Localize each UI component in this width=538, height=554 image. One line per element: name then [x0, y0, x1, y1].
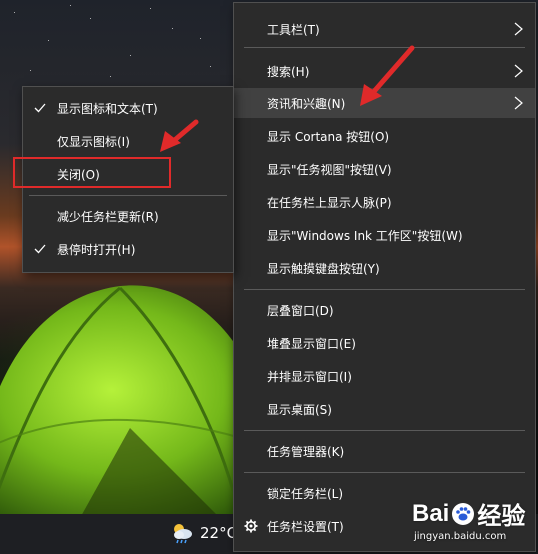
menu-item-stack-windows[interactable]: 堆叠显示窗口(E) [234, 328, 535, 358]
chevron-right-icon [514, 64, 523, 78]
menu-item-show-cortana[interactable]: 显示 Cortana 按钮(O) [234, 121, 535, 151]
menu-divider [244, 430, 525, 431]
submenu-item-open-on-hover[interactable]: 悬停时打开(H) [23, 234, 233, 264]
partly-cloudy-rain-icon [174, 524, 192, 544]
baidu-jingyan-watermark: Bai 经验 jingyan.baidu.com [412, 496, 526, 543]
menu-item-cascade-windows[interactable]: 层叠窗口(D) [234, 295, 535, 325]
menu-item-show-task-view[interactable]: 显示"任务视图"按钮(V) [234, 154, 535, 184]
highlight-box-annotation [13, 157, 171, 188]
checkmark-icon [34, 103, 46, 113]
submenu-item-reduce-updates[interactable]: 减少任务栏更新(R) [23, 201, 233, 231]
paw-logo-icon [452, 502, 475, 525]
menu-divider [244, 47, 525, 48]
menu-divider [244, 289, 525, 290]
gear-icon [244, 519, 258, 533]
menu-item-task-manager[interactable]: 任务管理器(K) [234, 436, 535, 466]
chevron-right-icon [514, 96, 523, 110]
checkmark-icon [34, 244, 46, 254]
temperature-label: 22°C [200, 524, 238, 542]
submenu-item-show-icon-and-text[interactable]: 显示图标和文本(T) [23, 93, 233, 123]
menu-item-show-windows-ink[interactable]: 显示"Windows Ink 工作区"按钮(W) [234, 220, 535, 250]
menu-item-search[interactable]: 搜索(H) [234, 56, 535, 86]
menu-item-show-desktop[interactable]: 显示桌面(S) [234, 394, 535, 424]
weather-widget[interactable]: 22°C [170, 521, 237, 545]
chevron-right-icon [514, 22, 523, 36]
menu-item-show-touch-keyboard[interactable]: 显示触摸键盘按钮(Y) [234, 253, 535, 283]
menu-item-side-by-side[interactable]: 并排显示窗口(I) [234, 361, 535, 391]
menu-divider [244, 472, 525, 473]
watermark-brand: Bai [412, 499, 450, 527]
watermark-url: jingyan.baidu.com [414, 531, 507, 542]
menu-item-toolbars[interactable]: 工具栏(T) [234, 14, 535, 44]
submenu-item-show-icon-only[interactable]: 仅显示图标(I) [23, 126, 233, 156]
taskbar-context-menu: 工具栏(T) 搜索(H) 资讯和兴趣(N) 显示 Cortana 按钮(O) 显… [233, 2, 536, 552]
menu-item-show-people[interactable]: 在任务栏上显示人脉(P) [234, 187, 535, 217]
menu-divider [29, 195, 227, 196]
menu-item-news-and-interests[interactable]: 资讯和兴趣(N) [234, 88, 535, 118]
watermark-brand-suffix: 经验 [477, 503, 526, 530]
